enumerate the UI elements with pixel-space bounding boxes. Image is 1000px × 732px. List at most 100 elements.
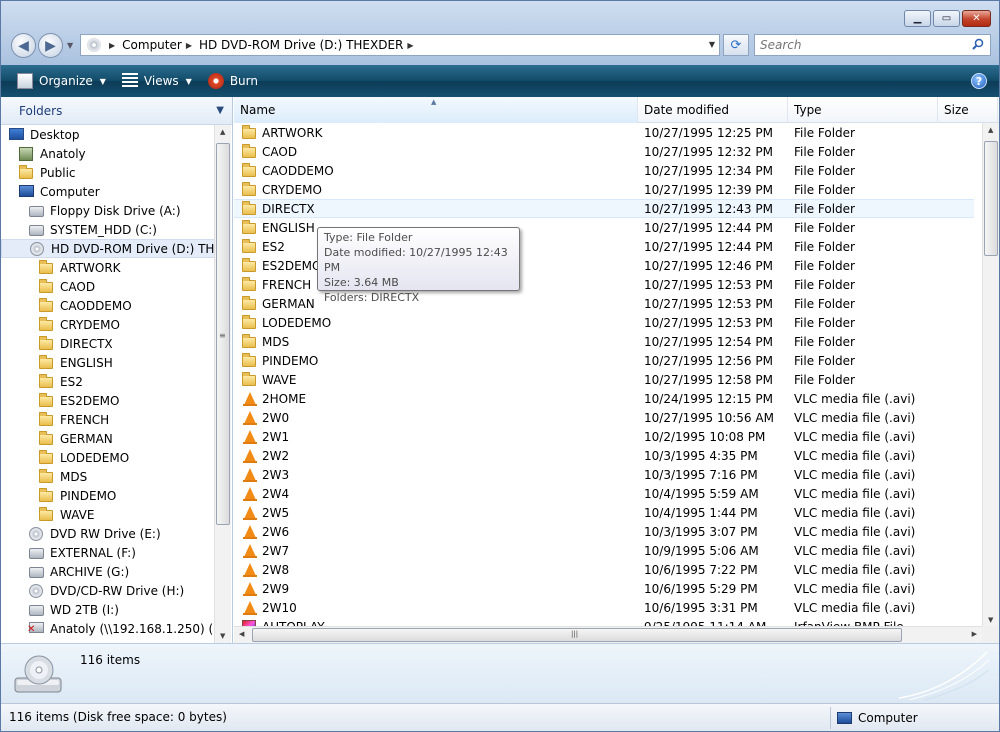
recent-pages-dropdown[interactable]: ▼ xyxy=(67,41,73,50)
tree-item[interactable]: CAOD xyxy=(1,277,215,296)
back-button[interactable]: ◀ xyxy=(11,33,36,58)
tree-item[interactable]: FRENCH xyxy=(1,410,215,429)
file-row[interactable]: 2W9 10/6/1995 5:29 PM VLC media file (.avi… xyxy=(234,579,974,598)
file-type: File Folder xyxy=(794,296,855,311)
tree-item[interactable]: MDS xyxy=(1,467,215,486)
file-row[interactable]: 2W4 10/4/1995 5:59 AM VLC media file (.avi… xyxy=(234,484,974,503)
file-list-horizontal-scrollbar[interactable]: ◀ ||| ▶ xyxy=(234,626,982,643)
file-row[interactable]: LODEDEMO 10/27/1995 12:53 PM File Folder xyxy=(234,313,974,332)
file-row[interactable]: WAVE 10/27/1995 12:58 PM File Folder xyxy=(234,370,974,389)
tree-item[interactable]: ES2DEMO xyxy=(1,391,215,410)
breadcrumb-dvd-drive[interactable]: HD DVD-ROM Drive (D:) THEXDER xyxy=(199,38,403,52)
scroll-right-icon[interactable]: ▶ xyxy=(972,630,977,638)
hard-drive-icon xyxy=(29,565,45,579)
file-row[interactable]: CRYDEMO 10/27/1995 12:39 PM File Folder xyxy=(234,180,974,199)
file-type: VLC media file (.avi) xyxy=(794,391,916,406)
help-icon[interactable]: ? xyxy=(971,73,987,89)
search-icon[interactable] xyxy=(972,38,984,50)
tree-item[interactable]: DVD RW Drive (E:) xyxy=(1,524,215,543)
file-row[interactable]: 2W2 10/3/1995 4:35 PM VLC media file (.avi… xyxy=(234,446,974,465)
file-name-cell: CRYDEMO xyxy=(234,181,638,197)
tree-item[interactable]: EXTERNAL (F:) xyxy=(1,543,215,562)
tree-item[interactable]: LODEDEMO xyxy=(1,448,215,467)
file-name-cell: WAVE xyxy=(234,371,638,387)
refresh-button[interactable]: ⟳ xyxy=(723,34,749,56)
chevron-down-icon[interactable]: ▼ xyxy=(216,105,224,116)
tree-item[interactable]: Desktop xyxy=(1,125,215,144)
file-row[interactable]: 2HOME 10/24/1995 12:15 PM VLC media file (… xyxy=(234,389,974,408)
tree-item[interactable]: ARTWORK xyxy=(1,258,215,277)
scroll-up-icon[interactable]: ▲ xyxy=(988,126,993,134)
column-header-type[interactable]: Type xyxy=(788,97,938,123)
views-menu[interactable]: Views ▼ xyxy=(114,69,200,93)
scroll-up-icon[interactable]: ▲ xyxy=(220,128,225,136)
scroll-down-icon[interactable]: ▼ xyxy=(220,632,225,640)
file-row[interactable]: 2W1 10/2/1995 10:08 PM VLC media file (.av… xyxy=(234,427,974,446)
organize-icon xyxy=(17,73,33,89)
breadcrumb-computer[interactable]: Computer xyxy=(122,38,182,52)
file-row[interactable]: ARTWORK 10/27/1995 12:25 PM File Folder xyxy=(234,123,974,142)
tree-item[interactable]: DIRECTX xyxy=(1,334,215,353)
scroll-down-icon[interactable]: ▼ xyxy=(988,616,993,624)
folder-tree-scrollbar[interactable]: ▲ ≡ ▼ xyxy=(214,125,231,643)
tree-item[interactable]: SYSTEM_HDD (C:) xyxy=(1,220,215,239)
file-row[interactable]: 2W8 10/6/1995 7:22 PM VLC media file (.avi… xyxy=(234,560,974,579)
breadcrumb-arrow-icon[interactable]: ▶ xyxy=(407,41,413,50)
column-header-date[interactable]: Date modified xyxy=(638,97,788,123)
tree-item[interactable]: Public xyxy=(1,163,215,182)
column-header-name[interactable]: ▲ Name xyxy=(234,97,638,123)
file-row[interactable]: 2W6 10/3/1995 3:07 PM VLC media file (.avi… xyxy=(234,522,974,541)
folders-header[interactable]: Folders ▼ xyxy=(1,97,232,125)
file-row[interactable]: 2W7 10/9/1995 5:06 AM VLC media file (.avi… xyxy=(234,541,974,560)
file-row[interactable]: 2W3 10/3/1995 7:16 PM VLC media file (.avi… xyxy=(234,465,974,484)
file-row[interactable]: 2W10 10/6/1995 3:31 PM VLC media file (.av… xyxy=(234,598,974,617)
tree-item[interactable]: PINDEMO xyxy=(1,486,215,505)
file-row[interactable]: PINDEMO 10/27/1995 12:56 PM File Folder xyxy=(234,351,974,370)
tree-item[interactable]: WD 2TB (I:) xyxy=(1,600,215,619)
file-row[interactable]: CAOD 10/27/1995 12:32 PM File Folder xyxy=(234,142,974,161)
file-row[interactable]: 2W0 10/27/1995 10:56 AM VLC media file (.a… xyxy=(234,408,974,427)
burn-button[interactable]: Burn xyxy=(200,69,266,93)
tree-item[interactable]: Anatoly (\\192.168.1.250) (R:) xyxy=(1,619,215,638)
scroll-left-icon[interactable]: ◀ xyxy=(239,630,244,638)
tree-item[interactable]: CRYDEMO xyxy=(1,315,215,334)
close-button[interactable]: ✕ xyxy=(962,10,991,27)
tooltip-date: Date modified: 10/27/1995 12:43 PM xyxy=(324,246,508,274)
forward-button[interactable]: ▶ xyxy=(38,33,63,58)
file-type: VLC media file (.avi) xyxy=(794,486,916,501)
breadcrumb-arrow-icon[interactable]: ▶ xyxy=(186,41,192,50)
file-date: 10/27/1995 12:43 PM xyxy=(644,201,773,216)
tree-item[interactable]: HD DVD-ROM Drive (D:) THEXDER xyxy=(1,239,215,258)
file-row[interactable]: 2W5 10/4/1995 1:44 PM VLC media file (.avi… xyxy=(234,503,974,522)
file-row[interactable]: CAODDEMO 10/27/1995 12:34 PM File Folder xyxy=(234,161,974,180)
file-name-cell: DIRECTX xyxy=(234,200,638,216)
column-header-size[interactable]: Size xyxy=(938,97,998,123)
breadcrumb-arrow-icon[interactable]: ▶ xyxy=(109,41,115,50)
tree-item[interactable]: Computer xyxy=(1,182,215,201)
maximize-button[interactable]: ▭ xyxy=(933,10,960,27)
file-row[interactable]: MDS 10/27/1995 12:54 PM File Folder xyxy=(234,332,974,351)
minimize-button[interactable]: ▁ xyxy=(904,10,931,27)
folder-icon xyxy=(39,449,55,465)
tree-item[interactable]: DVD/CD-RW Drive (H:) xyxy=(1,581,215,600)
views-icon xyxy=(121,73,138,89)
folder-icon xyxy=(39,373,55,389)
desktop-icon xyxy=(9,127,25,142)
file-date: 10/4/1995 1:44 PM xyxy=(644,505,758,520)
tree-item[interactable]: WAVE xyxy=(1,505,215,524)
search-input[interactable] xyxy=(755,35,960,55)
tree-item[interactable]: Anatoly xyxy=(1,144,215,163)
tree-item[interactable]: ES2 xyxy=(1,372,215,391)
tree-item[interactable]: GERMAN xyxy=(1,429,215,448)
file-list-vertical-scrollbar[interactable]: ▲ ▼ xyxy=(982,123,999,627)
tree-item[interactable]: CAODDEMO xyxy=(1,296,215,315)
tree-item[interactable]: Floppy Disk Drive (A:) xyxy=(1,201,215,220)
file-type: File Folder xyxy=(794,125,855,140)
file-row[interactable]: DIRECTX 10/27/1995 12:43 PM File Folder xyxy=(234,199,974,218)
scrollbar-thumb[interactable] xyxy=(984,141,998,256)
address-bar[interactable]: ▶ Computer ▶ HD DVD-ROM Drive (D:) THEXD… xyxy=(80,34,720,56)
tree-item[interactable]: ARCHIVE (G:) xyxy=(1,562,215,581)
organize-menu[interactable]: Organize ▼ xyxy=(9,69,114,93)
tree-item[interactable]: ENGLISH xyxy=(1,353,215,372)
address-dropdown-icon[interactable]: ▼ xyxy=(709,40,715,49)
